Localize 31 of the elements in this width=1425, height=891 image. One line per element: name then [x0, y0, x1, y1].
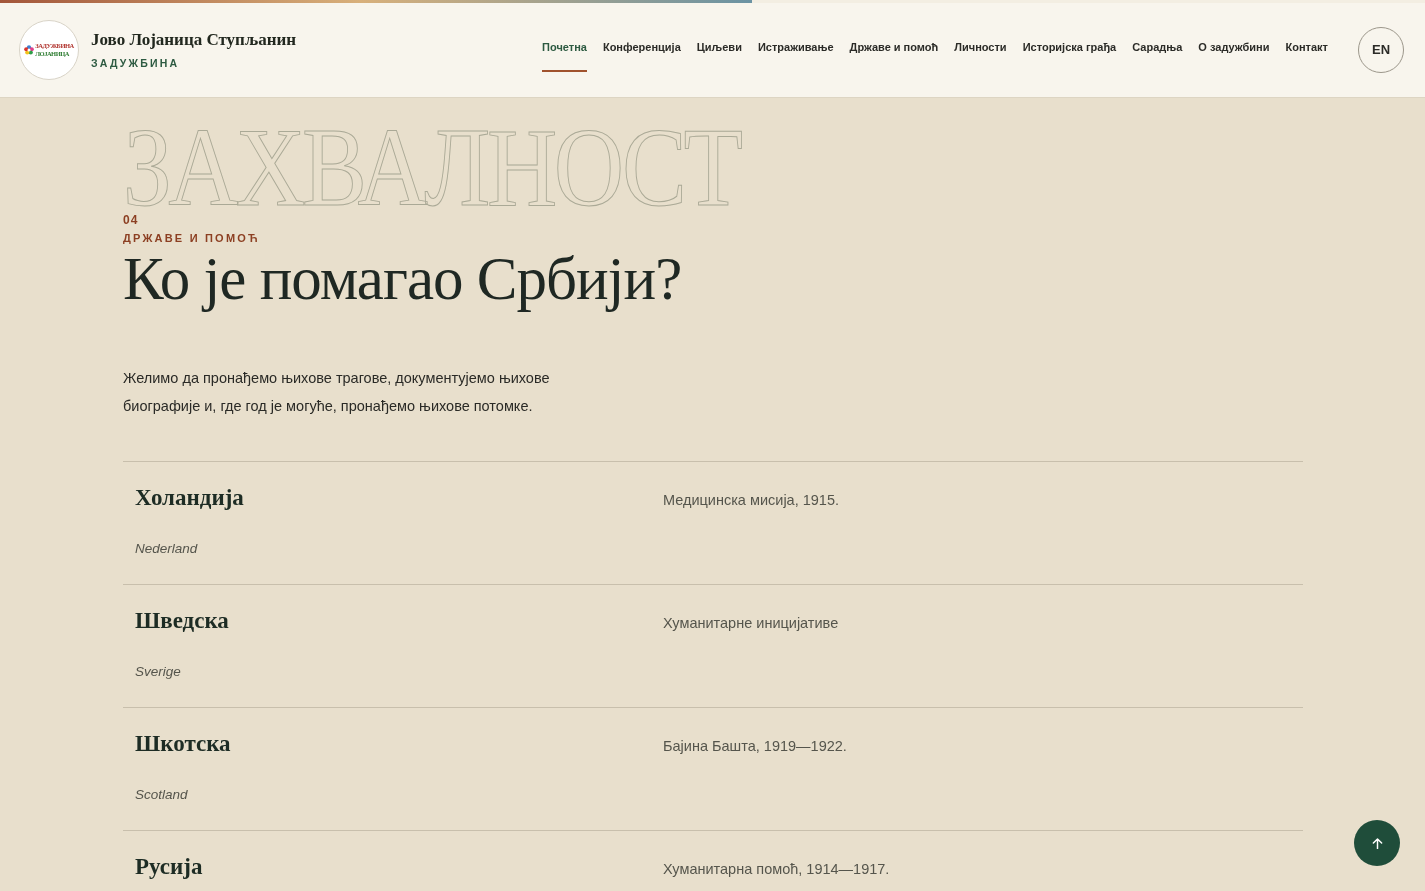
country-description: Хуманитарне иницијативе — [663, 614, 839, 633]
intro-paragraph: Желимо да пронађемо њихове трагове, документујемо њихове биографије и, где год је могуће, пронађемо њихове потомке. — [123, 369, 551, 416]
site-subtitle: ЗАДУЖБИНА — [91, 56, 181, 70]
native-name: Nederland — [135, 540, 198, 558]
nav-link[interactable]: Циљеви — [696, 28, 742, 72]
nav-link[interactable]: О задужбини — [1198, 28, 1270, 72]
nav-link[interactable]: Сарадња — [1132, 28, 1183, 72]
nav-link[interactable]: Историјска грађа — [1022, 28, 1117, 72]
country-name: Шведска — [135, 607, 229, 635]
flower-icon — [24, 45, 35, 55]
background-word: ЗАХВАЛНОСТ — [123, 125, 740, 209]
page-heading: Ко је помагао Србији? — [123, 248, 683, 310]
country-name: Русија — [135, 853, 203, 881]
section-label: ДРЖАВЕ И ПОМОЋ — [123, 231, 260, 245]
country-description: Хуманитарна помоћ, 1914—1917. — [663, 860, 890, 879]
country-name: Шкотска — [135, 730, 231, 758]
country-description: Медицинска мисија, 1915. — [663, 491, 839, 510]
nav-link[interactable]: Истраживање — [757, 28, 834, 72]
arrow-up-icon — [1371, 837, 1383, 849]
nav-link[interactable]: Конференција — [602, 28, 681, 72]
nav-link[interactable]: Почетна — [542, 28, 587, 72]
country-name: Холандија — [135, 484, 244, 512]
country-description: Бајина Башта, 1919—1922. — [663, 737, 847, 756]
section-number: 04 — [123, 213, 139, 227]
native-name: Scotland — [135, 786, 188, 804]
nav-link[interactable]: Контакт — [1285, 28, 1328, 72]
site-title: Јово Лојаница Ступљанин — [91, 30, 297, 50]
scroll-top-button[interactable] — [1354, 820, 1400, 866]
nav-link[interactable]: Личности — [954, 28, 1007, 72]
native-name: Sverige — [135, 663, 181, 681]
nav-link[interactable]: Државе и помоћ — [849, 28, 939, 72]
